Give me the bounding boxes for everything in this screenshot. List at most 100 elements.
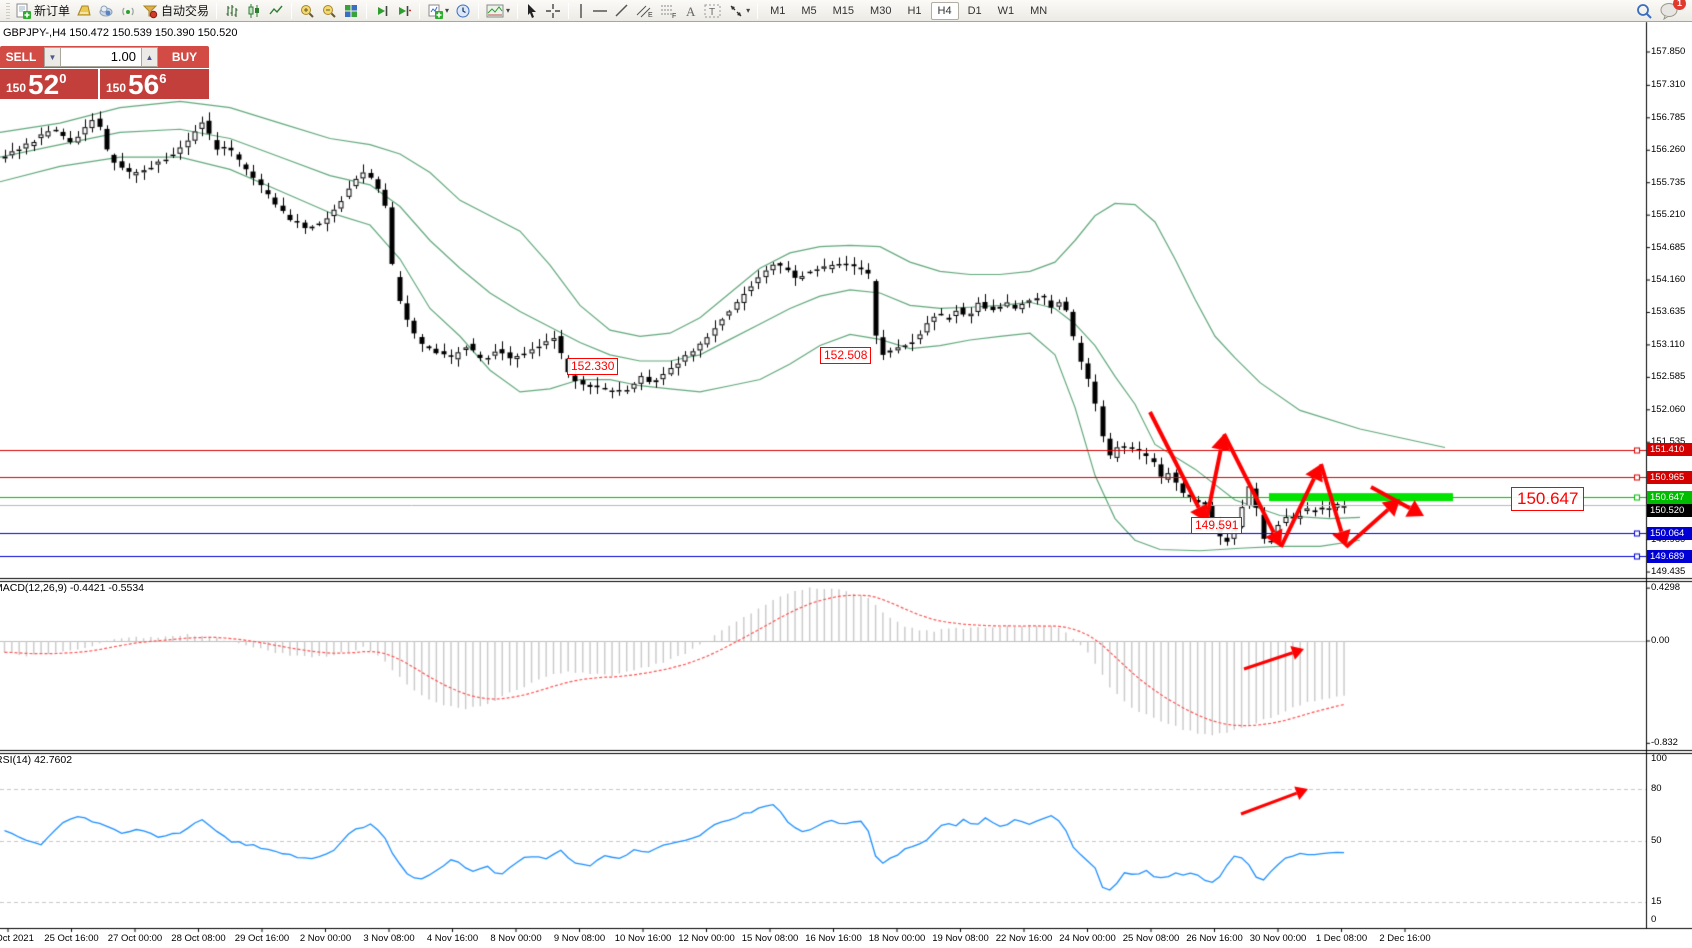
sell-price-prefix: 150 <box>6 81 26 95</box>
new-order-button[interactable]: 新订单 <box>12 1 73 21</box>
mt4-terminal: { "toolbar": { "new_order_label": "新订单",… <box>0 0 1692 948</box>
price-axis-tick: 157.310 <box>1651 79 1685 90</box>
buy-price[interactable]: 150 56 6 <box>100 69 209 99</box>
volume-increase-button[interactable]: ▲ <box>141 47 158 67</box>
buy-price-big: 56 <box>128 72 159 98</box>
timeframe-m15-button[interactable]: M15 <box>826 2 861 20</box>
new-order-label: 新订单 <box>34 2 70 19</box>
chart-shift-icon <box>396 3 412 19</box>
chart-canvas[interactable] <box>0 0 1692 948</box>
horizontal-line-tool[interactable] <box>589 1 611 21</box>
time-axis-label: 8 Nov 00:00 <box>490 933 541 944</box>
chevron-down-icon: ▼ <box>49 53 57 62</box>
volume-input[interactable]: 1.00 <box>61 47 141 67</box>
candlestick-chart-button[interactable] <box>243 1 265 21</box>
buy-price-prefix: 150 <box>106 81 126 95</box>
rsi-axis-tick: 15 <box>1651 896 1662 907</box>
timeframe-m1-button[interactable]: M1 <box>763 2 792 20</box>
fibonacci-icon: F <box>660 3 678 19</box>
toolbar-separator <box>568 3 569 19</box>
sell-button[interactable]: SELL <box>0 46 42 68</box>
sell-price[interactable]: 150 52 0 <box>0 69 98 99</box>
text-tool[interactable]: A <box>681 1 701 21</box>
profile-icon <box>76 3 92 19</box>
auto-trading-button[interactable]: 自动交易 <box>139 1 212 21</box>
signal-icon <box>120 3 136 19</box>
chevron-down-icon: ▾ <box>746 6 750 15</box>
vertical-line-tool[interactable] <box>573 1 589 21</box>
price-axis-tick: 157.850 <box>1651 46 1685 57</box>
timeframe-m5-button[interactable]: M5 <box>794 2 823 20</box>
template-button[interactable]: ▾ <box>483 1 513 21</box>
new-chart-icon <box>427 3 443 19</box>
timeframe-d1-button[interactable]: D1 <box>961 2 989 20</box>
time-axis-label: 18 Nov 00:00 <box>869 933 926 944</box>
price-axis-tick: 153.635 <box>1651 306 1685 317</box>
zoom-in-button[interactable] <box>296 1 318 21</box>
toolbar-right-group: 1 <box>1632 1 1688 21</box>
toolbar-separator <box>517 3 518 19</box>
time-axis-label: 22 Nov 16:00 <box>996 933 1053 944</box>
cursor-button[interactable] <box>522 1 542 21</box>
timeframe-toolbar: M1M5M15M30H1H4D1W1MN <box>762 2 1055 20</box>
crosshair-button[interactable] <box>542 1 564 21</box>
text-label-icon: T <box>704 3 722 19</box>
rsi-axis-tick: 0 <box>1651 914 1656 925</box>
notification-badge: 1 <box>1673 0 1686 10</box>
line-chart-button[interactable] <box>265 1 287 21</box>
timeframe-m30-button[interactable]: M30 <box>863 2 898 20</box>
timeframe-h1-button[interactable]: H1 <box>900 2 928 20</box>
signals-button[interactable] <box>117 1 139 21</box>
label-tool[interactable]: T <box>701 1 725 21</box>
price-axis-badge: 150.647 <box>1647 491 1692 504</box>
macd-axis-tick: 0.4298 <box>1651 582 1680 593</box>
period-clock-button[interactable] <box>452 1 474 21</box>
toolbar-separator <box>366 3 367 19</box>
zoom-out-button[interactable] <box>318 1 340 21</box>
search-button[interactable] <box>1632 1 1656 21</box>
candlestick-chart-icon <box>246 3 262 19</box>
time-axis-label: 16 Nov 16:00 <box>805 933 862 944</box>
volume-decrease-button[interactable]: ▼ <box>44 47 61 67</box>
time-axis-label: 27 Oct 00:00 <box>108 933 162 944</box>
buy-button[interactable]: BUY <box>160 46 209 68</box>
auto-scroll-button[interactable] <box>371 1 393 21</box>
toolbar-separator <box>419 3 420 19</box>
price-axis-tick: 152.060 <box>1651 404 1685 415</box>
toolbar-separator <box>291 3 292 19</box>
volume-spinner: ▼ 1.00 ▲ <box>42 46 160 68</box>
tile-windows-button[interactable] <box>340 1 362 21</box>
svg-text:T: T <box>709 7 715 18</box>
trendline-icon <box>614 3 630 19</box>
main-toolbar: 新订单 自动交易 ▾ <box>0 0 1692 22</box>
fibonacci-tool[interactable]: F <box>657 1 681 21</box>
trendline-tool[interactable] <box>611 1 633 21</box>
notifications-button[interactable]: 1 <box>1656 1 1682 21</box>
timeframe-h4-button[interactable]: H4 <box>931 2 959 20</box>
rsi-axis-tick: 50 <box>1651 835 1662 846</box>
chart-shift-button[interactable] <box>393 1 415 21</box>
time-axis-label: 30 Nov 00:00 <box>1250 933 1307 944</box>
toolbar-grip <box>6 3 10 19</box>
bar-chart-icon <box>224 3 240 19</box>
auto-trading-icon <box>142 3 158 19</box>
timeframe-mn-button[interactable]: MN <box>1023 2 1054 20</box>
price-axis-badge: 149.689 <box>1647 550 1692 563</box>
time-axis-label: 1 Dec 08:00 <box>1316 933 1367 944</box>
bar-chart-button[interactable] <box>221 1 243 21</box>
crosshair-icon <box>545 3 561 19</box>
template-icon <box>486 3 504 19</box>
price-annotation-label: 152.330 <box>567 358 618 375</box>
market-watch-button[interactable] <box>95 1 117 21</box>
timeframe-w1-button[interactable]: W1 <box>991 2 1022 20</box>
svg-text:F: F <box>672 13 676 19</box>
profile-button[interactable] <box>73 1 95 21</box>
macd-axis-tick: -0.832 <box>1651 737 1678 748</box>
channel-tool[interactable]: E <box>633 1 657 21</box>
price-axis-badge: 151.410 <box>1647 443 1692 456</box>
svg-text:E: E <box>648 12 653 19</box>
new-chart-button[interactable]: ▾ <box>424 1 452 21</box>
time-axis-label: 19 Nov 08:00 <box>932 933 989 944</box>
arrows-tool[interactable]: ▾ <box>725 1 753 21</box>
time-axis-label: 2 Nov 00:00 <box>300 933 351 944</box>
